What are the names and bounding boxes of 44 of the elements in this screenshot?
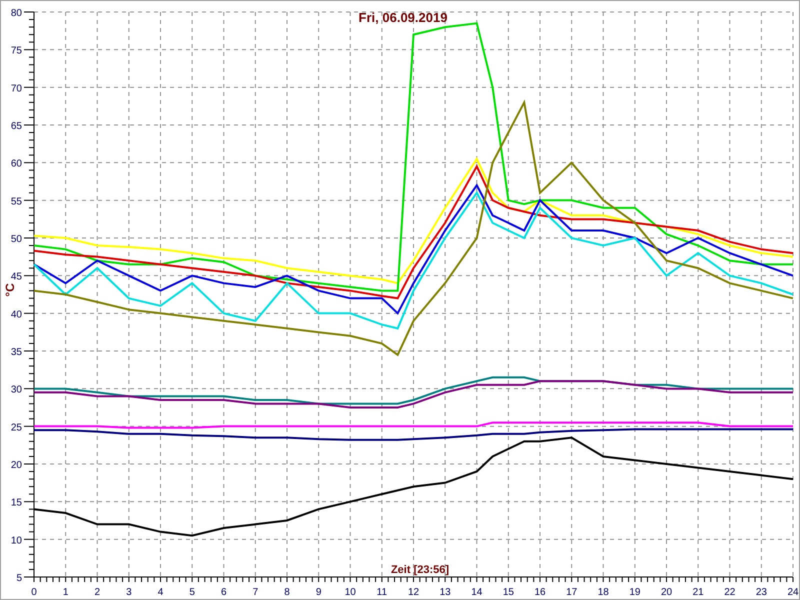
x-tick-label: 14 [471, 587, 482, 598]
x-axis-label: Zeit [23:56] [390, 564, 450, 576]
y-tick-label: 15 [10, 498, 22, 509]
x-tick-label: 17 [566, 587, 578, 598]
x-tick-label: 12 [408, 587, 420, 598]
y-axis-label: °C [3, 283, 17, 297]
x-tick-label: 13 [440, 587, 451, 598]
x-tick-label: 19 [629, 587, 640, 598]
y-tick-label: 20 [10, 460, 22, 471]
x-tick-label: 4 [158, 587, 164, 598]
x-tick-label: 5 [189, 587, 195, 598]
x-tick-label: 8 [284, 587, 290, 598]
y-tick-label: 80 [10, 8, 22, 19]
y-tick-label: 55 [10, 196, 22, 208]
x-tick-label: 2 [94, 587, 100, 598]
y-tick-label: 75 [10, 46, 22, 57]
x-tick-label: 20 [660, 587, 672, 598]
x-tick-label: 15 [502, 587, 514, 598]
chart-title: Fri, 06.09.2019 [358, 10, 448, 25]
x-tick-label: 16 [534, 587, 546, 598]
x-tick-label: 0 [31, 587, 37, 598]
x-tick-label: 23 [756, 587, 767, 598]
x-tick-label: 22 [724, 587, 736, 598]
x-tick-label: 11 [376, 587, 388, 598]
x-tick-label: 21 [692, 587, 704, 598]
x-tick-label: 3 [126, 587, 132, 598]
y-tick-label: 70 [10, 83, 22, 94]
y-tick-label: 35 [10, 347, 22, 358]
y-tick-label: 40 [10, 309, 22, 320]
y-tick-label: 45 [10, 272, 22, 283]
y-tick-label: 65 [10, 121, 22, 132]
y-tick-label: 10 [10, 535, 22, 546]
x-tick-label: 1 [62, 587, 68, 598]
x-tick-label: 6 [220, 587, 227, 598]
y-tick-label: 50 [10, 234, 22, 245]
x-tick-label: 9 [316, 587, 322, 598]
y-tick-label: 5 [16, 573, 22, 584]
y-tick-label: 60 [10, 158, 22, 170]
y-tick-label: 25 [10, 422, 22, 434]
x-tick-label: 24 [787, 587, 799, 598]
y-tick-label: 30 [10, 384, 22, 396]
x-tick-label: 10 [344, 587, 356, 598]
x-tick-label: 18 [598, 587, 609, 598]
x-tick-label: 7 [252, 587, 258, 598]
